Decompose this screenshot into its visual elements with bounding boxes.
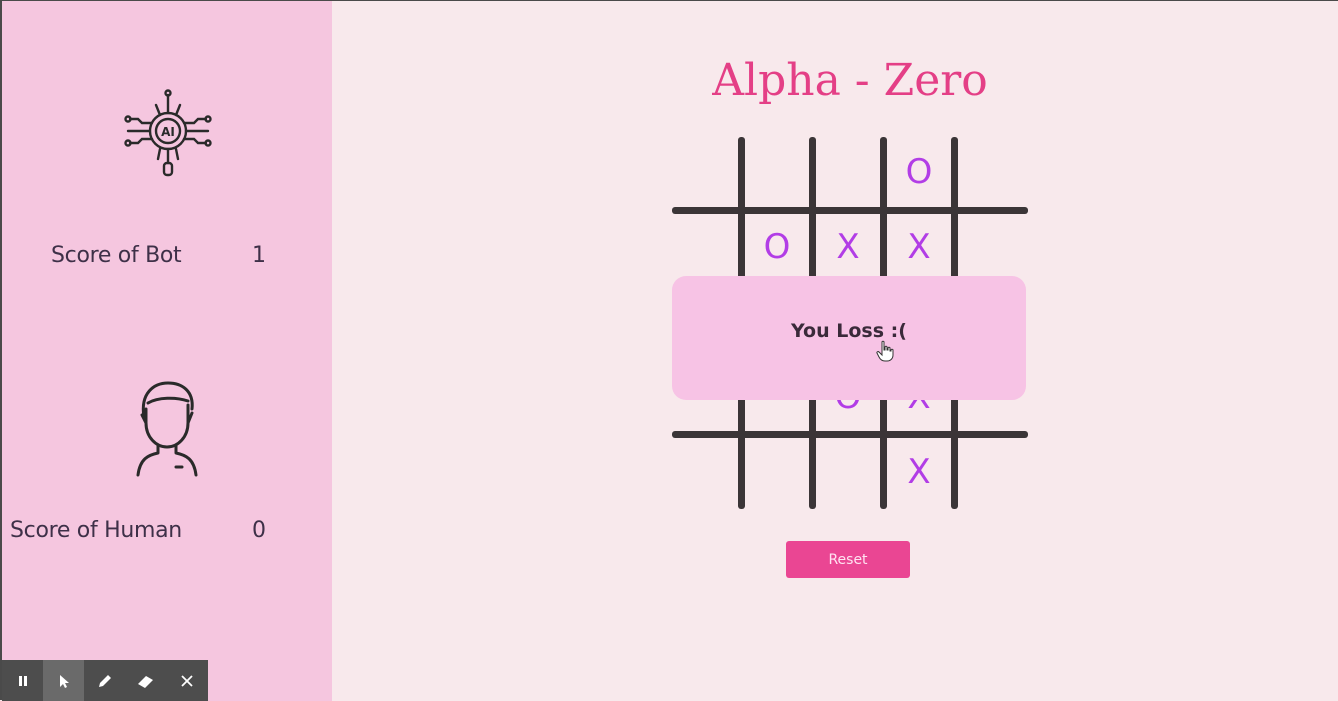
board-cell[interactable] (816, 440, 880, 504)
eraser-tool-button[interactable] (125, 660, 166, 701)
result-message: You Loss :( (791, 320, 907, 342)
grid-line (672, 207, 1028, 214)
pen-tool-button[interactable] (84, 660, 125, 701)
pause-icon (18, 675, 27, 686)
board-cell[interactable]: O (745, 215, 809, 279)
pointer-icon (59, 674, 69, 688)
board-cell[interactable]: X (887, 215, 951, 279)
close-toolbar-button[interactable] (166, 660, 207, 701)
svg-text:AI: AI (161, 125, 175, 139)
bot-score-label: Score of Bot (51, 243, 182, 268)
score-sidebar: AI Score of Bot 1 Score of Human 0 (2, 1, 332, 701)
board-cell[interactable] (745, 140, 809, 204)
hand-cursor-icon (876, 340, 894, 362)
board-cell[interactable]: X (887, 440, 951, 504)
eraser-icon (137, 675, 153, 688)
human-score-label: Score of Human (10, 518, 182, 543)
bot-score-value: 1 (252, 243, 266, 268)
close-icon (180, 674, 193, 687)
human-score-value: 0 (252, 518, 266, 543)
annotation-toolbar (2, 660, 208, 701)
board-cell[interactable] (816, 140, 880, 204)
game-title: Alpha - Zero (712, 55, 988, 106)
result-popup[interactable]: You Loss :( (672, 276, 1026, 400)
reset-button[interactable]: Reset (786, 541, 910, 578)
person-icon (136, 381, 198, 477)
pause-button[interactable] (2, 660, 43, 701)
board-cell[interactable] (745, 440, 809, 504)
ai-chip-icon: AI (124, 89, 212, 177)
grid-line (672, 431, 1028, 438)
board-cell[interactable]: O (887, 140, 951, 204)
pen-icon (98, 674, 111, 687)
pointer-tool-button[interactable] (43, 660, 84, 701)
board-cell[interactable]: X (816, 215, 880, 279)
